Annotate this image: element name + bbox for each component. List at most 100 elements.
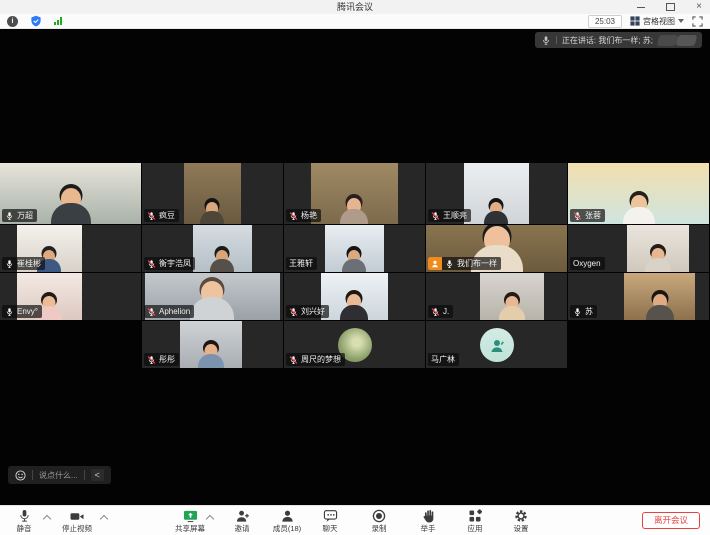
share-screen-icon [168,509,212,523]
participant-name-label: 疯豆 [144,209,179,222]
mic-muted-icon [431,307,440,317]
settings-button[interactable]: 设置 [499,509,543,533]
participant-tile[interactable]: Aphelion [142,273,283,320]
participant-video [464,163,529,224]
raise-hand-button[interactable]: 举手 [406,509,450,533]
network-signal-icon [54,17,62,25]
invite-button[interactable]: 邀请 [220,509,264,533]
window-controls: × [634,0,706,14]
mic-muted-icon [573,211,582,221]
participant-tile[interactable]: 杨艳 [284,163,425,224]
participant-tile[interactable]: 王雅轩 [284,225,425,272]
chat-button[interactable]: 聊天 [308,509,352,533]
participant-tile[interactable]: 衡宇浩凤 [142,225,283,272]
participant-tile[interactable]: 王顺亮 [426,163,567,224]
participant-name-label: 王顺亮 [428,209,471,222]
participant-tile[interactable]: 疯豆 [142,163,283,224]
maximize-button[interactable] [663,1,677,13]
fullscreen-icon[interactable] [692,16,703,27]
participant-tile[interactable]: 张蓉 [568,163,709,224]
participant-name-label: 周尺的梦想 [286,353,345,366]
meeting-window: 腾讯会议 × i 25:03 宫格视图 正在讲话: 我们布一样; 苏; [0,0,710,535]
participant-name-label: 我们布一样 [428,257,501,270]
share-screen-button[interactable]: 共享屏幕 [168,509,212,533]
participant-video [627,225,689,272]
mic-on-icon [5,259,14,269]
mic-muted-icon [289,307,298,317]
camera-icon [55,509,99,523]
video-options-chevron[interactable] [100,515,108,523]
participant-name-label: 彤彤 [144,353,179,366]
mic-muted-icon [147,307,156,317]
meeting-info-icon[interactable]: i [7,16,18,27]
participant-name-label: J. [428,305,453,318]
mic-muted-icon [431,211,440,221]
speaking-indicator: 正在讲话: 我们布一样; 苏; [535,32,702,48]
participant-tile[interactable]: 刘兴好 [284,273,425,320]
chat-input[interactable]: 说点什么... [39,470,78,481]
record-button[interactable]: 录制 [357,509,401,533]
participant-name-label: Oxygen [570,257,605,270]
participant-name-label: 杨艳 [286,209,321,222]
mic-on-icon [573,307,582,317]
participant-video [311,163,398,224]
mic-icon [541,35,551,46]
mute-button[interactable]: 静音 [2,509,46,533]
participant-video [180,321,242,368]
participant-video [193,225,252,272]
participant-name-label: 崔桂彬 [2,257,45,270]
mic-icon [2,509,46,523]
mic-muted-icon [147,355,156,365]
apps-button[interactable]: 应用 [453,509,497,533]
participant-name-label: 马广林 [428,353,459,366]
mic-muted-icon [147,211,156,221]
participant-tile[interactable]: Oxygen [568,225,709,272]
leave-meeting-button[interactable]: 离开会议 [642,512,700,529]
participant-tile[interactable]: 彤彤 [142,321,283,368]
participant-tile[interactable]: 马广林 [426,321,567,368]
participant-tile[interactable]: 万超 [0,163,141,224]
chevron-down-icon [678,19,684,23]
mic-muted-icon [289,211,298,221]
participant-tile[interactable]: J. [426,273,567,320]
participant-tile[interactable]: 崔桂彬 [0,225,141,272]
speaker-thumbnail [676,35,698,46]
view-mode-dropdown[interactable]: 宫格视图 [630,16,684,27]
mic-on-icon [445,259,454,269]
chat-bubble-icon [308,509,352,523]
participant-video [184,163,240,224]
speaking-label: 正在讲话: 我们布一样; 苏; [562,35,653,46]
participant-name-label: 张蓉 [570,209,605,222]
minimize-button[interactable] [634,1,648,13]
chat-quick-bar: 说点什么... < [8,466,111,484]
participant-name-label: 苏 [570,305,597,318]
record-icon [357,509,401,523]
participant-tile[interactable]: Envy° [0,273,141,320]
video-gallery-area: 正在讲话: 我们布一样; 苏; 万超疯豆 杨艳 王顺亮 张蓉崔桂彬 衡宇浩凤 王雅轩 我们布… [0,29,710,505]
mic-muted-icon [147,259,156,269]
mic-muted-icon [289,355,298,365]
chat-collapse-button[interactable]: < [91,469,104,481]
participant-video [624,273,695,320]
meeting-toolbar-bottom: 静音 停止视频 共享屏幕 邀请 成员(18) 聊天 录制 [0,505,710,535]
members-icon [265,509,309,523]
participant-name-label: 王雅轩 [286,257,317,270]
participant-video [480,273,545,320]
participant-name-label: Envy° [2,305,42,318]
mic-on-icon [5,307,14,317]
participant-tile[interactable]: 苏 [568,273,709,320]
window-title: 腾讯会议 [0,0,710,14]
participant-tile[interactable]: 我们布一样 [426,225,567,272]
stop-video-button[interactable]: 停止视频 [55,509,99,533]
meeting-toolbar-top: i 25:03 宫格视图 [0,14,710,29]
participant-name-label: 衡宇浩凤 [144,257,195,270]
apps-grid-icon [453,509,497,523]
security-shield-icon[interactable] [30,15,42,27]
raise-hand-icon [406,509,450,523]
emoji-icon[interactable] [15,470,26,481]
mic-on-icon [5,211,14,221]
invite-person-icon [220,509,264,523]
close-button[interactable]: × [692,1,706,13]
members-button[interactable]: 成员(18) [265,509,309,533]
participant-tile[interactable]: 周尺的梦想 [284,321,425,368]
